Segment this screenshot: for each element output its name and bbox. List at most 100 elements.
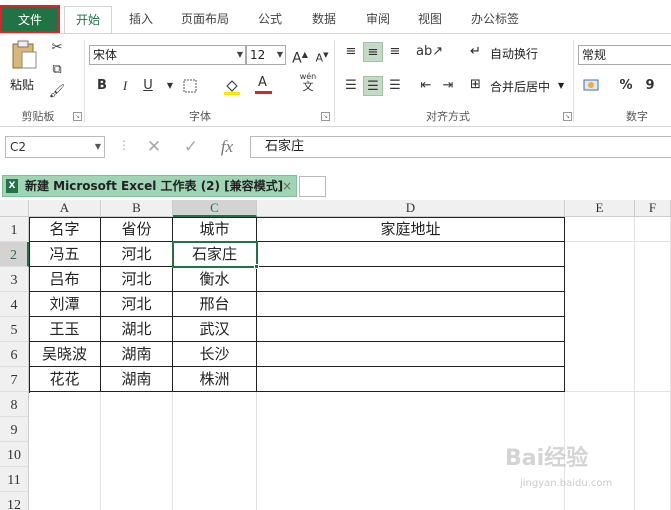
align-center-icon[interactable]: ☰ xyxy=(363,76,383,96)
column-header-c[interactable]: C xyxy=(173,200,257,217)
borders-icon[interactable] xyxy=(180,76,200,96)
font-color-icon[interactable]: A xyxy=(254,75,274,96)
row-header[interactable]: 12 xyxy=(0,492,29,510)
font-size-select[interactable]: 12 ▼ xyxy=(246,45,286,65)
table-cell[interactable]: 吴晓波 xyxy=(29,342,101,367)
row-header[interactable]: 1 xyxy=(0,217,29,242)
copy-icon[interactable]: ⧉ xyxy=(47,60,67,80)
phonetic-guide-icon[interactable]: wén 文 xyxy=(298,72,318,92)
table-cell[interactable] xyxy=(257,367,565,392)
column-header-a[interactable]: A xyxy=(29,200,101,217)
clipboard-launcher-icon[interactable]: ↘ xyxy=(73,112,82,121)
empty-cell[interactable] xyxy=(635,242,671,392)
table-cell[interactable]: 河北 xyxy=(101,242,173,267)
column-header-e[interactable]: E xyxy=(565,200,635,217)
table-cell[interactable]: 湖南 xyxy=(101,342,173,367)
row-header[interactable]: 2 xyxy=(0,242,29,267)
accounting-format-icon[interactable] xyxy=(582,76,602,96)
decrease-font-icon[interactable]: A▼ xyxy=(312,45,332,65)
fill-handle[interactable] xyxy=(254,264,259,269)
table-cell[interactable] xyxy=(257,242,565,267)
comma-style-button[interactable]: 9 xyxy=(640,76,660,96)
font-launcher-icon[interactable]: ↘ xyxy=(321,112,330,121)
table-cell[interactable] xyxy=(257,267,565,292)
column-header-b[interactable]: B xyxy=(101,200,173,217)
table-cell[interactable] xyxy=(257,292,565,317)
table-header-cell[interactable]: 城市 xyxy=(173,217,257,242)
tab-data[interactable]: 数据 xyxy=(300,6,348,32)
table-cell[interactable]: 冯五 xyxy=(29,242,101,267)
format-painter-icon[interactable]: 🖌 xyxy=(47,82,67,102)
align-bottom-icon[interactable]: ≡ xyxy=(385,42,405,62)
table-cell[interactable]: 株洲 xyxy=(173,367,257,392)
empty-cell[interactable] xyxy=(101,392,173,510)
table-header-cell[interactable]: 省份 xyxy=(101,217,173,242)
bold-button[interactable]: B xyxy=(92,76,112,96)
tab-view[interactable]: 视图 xyxy=(406,6,454,32)
wrap-text-button[interactable]: ↵ 自动换行 xyxy=(470,44,570,64)
formula-input[interactable]: 石家庄 xyxy=(250,136,671,158)
italic-button[interactable]: I xyxy=(115,76,135,96)
number-format-select[interactable]: 常规 xyxy=(578,45,671,65)
workbook-tab[interactable]: X 新建 Microsoft Excel 工作表 (2) [兼容模式] × xyxy=(2,175,297,197)
name-box[interactable]: C2 ▼ xyxy=(5,136,105,158)
row-header[interactable]: 10 xyxy=(0,442,29,467)
align-right-icon[interactable]: ☰ xyxy=(385,76,405,96)
empty-cell[interactable] xyxy=(173,392,257,510)
column-header-f[interactable]: F xyxy=(635,200,671,217)
row-header[interactable]: 4 xyxy=(0,292,29,317)
select-all-corner[interactable] xyxy=(0,200,29,217)
increase-indent-icon[interactable]: ⇥ xyxy=(438,76,458,96)
table-cell[interactable] xyxy=(257,342,565,367)
align-middle-icon[interactable]: ≡ xyxy=(363,42,383,62)
cancel-icon[interactable]: ✕ xyxy=(144,136,164,158)
increase-font-icon[interactable]: A▲ xyxy=(290,45,310,67)
table-cell[interactable]: 湖北 xyxy=(101,317,173,342)
row-header[interactable]: 7 xyxy=(0,367,29,392)
table-cell[interactable]: 花花 xyxy=(29,367,101,392)
table-header-cell[interactable]: 家庭地址 xyxy=(257,217,565,242)
empty-cell[interactable] xyxy=(635,392,671,510)
tab-formulas[interactable]: 公式 xyxy=(246,6,294,32)
table-cell[interactable]: 武汉 xyxy=(173,317,257,342)
table-cell[interactable]: 湖南 xyxy=(101,367,173,392)
underline-dropdown-icon[interactable]: ▼ xyxy=(160,76,180,96)
table-cell[interactable]: 衡水 xyxy=(173,267,257,292)
row-header[interactable]: 6 xyxy=(0,342,29,367)
insert-function-button[interactable]: fx xyxy=(217,136,237,158)
underline-button[interactable]: U xyxy=(138,76,158,96)
paste-button[interactable]: 粘贴 xyxy=(6,40,42,98)
merge-center-button[interactable]: ⊞ 合并后居中 ▼ xyxy=(470,77,570,97)
decrease-indent-icon[interactable]: ⇤ xyxy=(416,76,436,96)
tab-home[interactable]: 开始 xyxy=(64,6,112,34)
table-cell[interactable]: 邢台 xyxy=(173,292,257,317)
row-header[interactable]: 3 xyxy=(0,267,29,292)
table-cell[interactable]: 王玉 xyxy=(29,317,101,342)
tab-review[interactable]: 审阅 xyxy=(354,6,402,32)
tab-page-layout[interactable]: 页面布局 xyxy=(172,6,238,32)
empty-cell[interactable] xyxy=(565,242,635,392)
close-icon[interactable]: × xyxy=(282,176,292,196)
row-header[interactable]: 8 xyxy=(0,392,29,417)
alignment-launcher-icon[interactable]: ↘ xyxy=(563,112,572,121)
cut-icon[interactable]: ✂ xyxy=(47,38,67,58)
percent-button[interactable]: % xyxy=(616,76,636,96)
new-workbook-tab-button[interactable] xyxy=(299,176,326,197)
table-header-cell[interactable]: 名字 xyxy=(29,217,101,242)
empty-cell[interactable] xyxy=(635,217,671,242)
row-header[interactable]: 9 xyxy=(0,417,29,442)
table-cell[interactable]: 河北 xyxy=(101,267,173,292)
tab-file[interactable]: 文件 xyxy=(0,5,60,33)
tab-office-tabs[interactable]: 办公标签 xyxy=(462,6,528,32)
align-top-icon[interactable]: ≡ xyxy=(341,42,361,62)
empty-cell[interactable] xyxy=(29,392,101,510)
table-cell[interactable]: 刘潭 xyxy=(29,292,101,317)
align-left-icon[interactable]: ☰ xyxy=(341,76,361,96)
tab-insert[interactable]: 插入 xyxy=(116,6,166,32)
table-cell[interactable]: 吕布 xyxy=(29,267,101,292)
row-header[interactable]: 5 xyxy=(0,317,29,342)
table-cell[interactable] xyxy=(257,317,565,342)
orientation-icon[interactable]: ab↗ xyxy=(416,42,443,62)
table-cell[interactable]: 河北 xyxy=(101,292,173,317)
table-cell[interactable]: 长沙 xyxy=(173,342,257,367)
